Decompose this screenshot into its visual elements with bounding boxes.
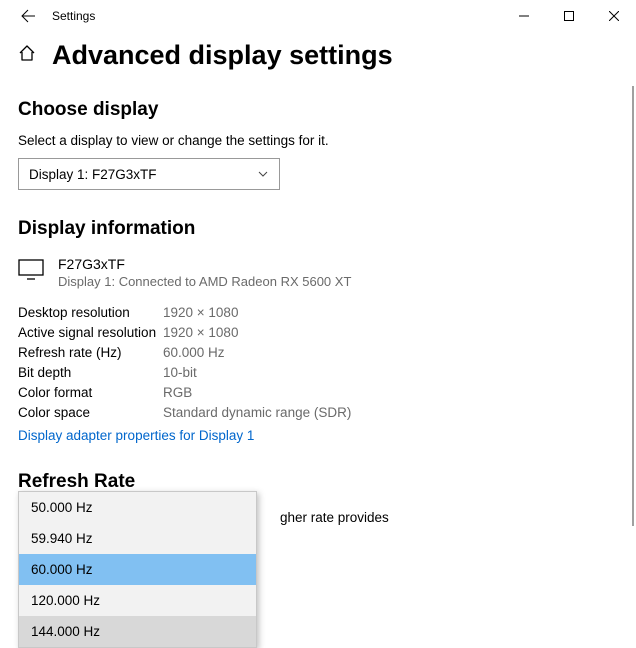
info-label: Desktop resolution [18, 305, 163, 320]
monitor-row: F27G3xTF Display 1: Connected to AMD Rad… [18, 256, 618, 289]
display-select[interactable]: Display 1: F27G3xTF [18, 158, 280, 190]
monitor-icon [18, 258, 44, 287]
monitor-name: F27G3xTF [58, 256, 351, 272]
title-bar: Settings [0, 0, 636, 32]
maximize-icon [564, 11, 574, 21]
monitor-text: F27G3xTF Display 1: Connected to AMD Rad… [58, 256, 351, 289]
content-area: Advanced display settings Choose display… [0, 40, 636, 493]
window-controls [501, 0, 636, 32]
display-info-heading: Display information [18, 218, 618, 240]
choose-display-subtext: Select a display to view or change the s… [18, 133, 618, 148]
info-value: 1920 × 1080 [163, 305, 618, 320]
refresh-rate-option[interactable]: 59.940 Hz [19, 523, 256, 554]
arrow-left-icon [20, 8, 36, 24]
close-icon [609, 11, 619, 21]
minimize-icon [519, 11, 529, 21]
info-value: 1920 × 1080 [163, 325, 618, 340]
scrollbar[interactable] [632, 86, 634, 526]
info-value: Standard dynamic range (SDR) [163, 405, 618, 420]
choose-display-heading: Choose display [18, 99, 618, 121]
info-label: Bit depth [18, 365, 163, 380]
refresh-rate-heading: Refresh Rate [18, 471, 618, 493]
refresh-rate-option[interactable]: 120.000 Hz [19, 585, 256, 616]
info-label: Active signal resolution [18, 325, 163, 340]
refresh-rate-option[interactable]: 60.000 Hz [19, 554, 256, 585]
info-label: Color space [18, 405, 163, 420]
page-heading-row: Advanced display settings [18, 40, 618, 71]
refresh-rate-option[interactable]: 144.000 Hz [19, 616, 256, 647]
app-title: Settings [52, 9, 95, 23]
refresh-desc-partial: gher rate provides [280, 510, 389, 525]
refresh-rate-option[interactable]: 50.000 Hz [19, 492, 256, 523]
chevron-down-icon [257, 168, 269, 180]
minimize-button[interactable] [501, 0, 546, 32]
adapter-properties-link[interactable]: Display adapter properties for Display 1 [18, 428, 254, 443]
info-grid: Desktop resolution1920 × 1080Active sign… [18, 305, 618, 420]
back-button[interactable] [8, 0, 48, 32]
home-icon[interactable] [18, 44, 36, 67]
refresh-rate-dropdown[interactable]: 50.000 Hz59.940 Hz60.000 Hz120.000 Hz144… [18, 491, 257, 648]
page-title: Advanced display settings [52, 40, 393, 71]
maximize-button[interactable] [546, 0, 591, 32]
info-value: 60.000 Hz [163, 345, 618, 360]
info-value: 10-bit [163, 365, 618, 380]
monitor-sub: Display 1: Connected to AMD Radeon RX 56… [58, 274, 351, 289]
info-label: Color format [18, 385, 163, 400]
close-button[interactable] [591, 0, 636, 32]
display-select-value: Display 1: F27G3xTF [29, 167, 157, 182]
info-label: Refresh rate (Hz) [18, 345, 163, 360]
info-value: RGB [163, 385, 618, 400]
